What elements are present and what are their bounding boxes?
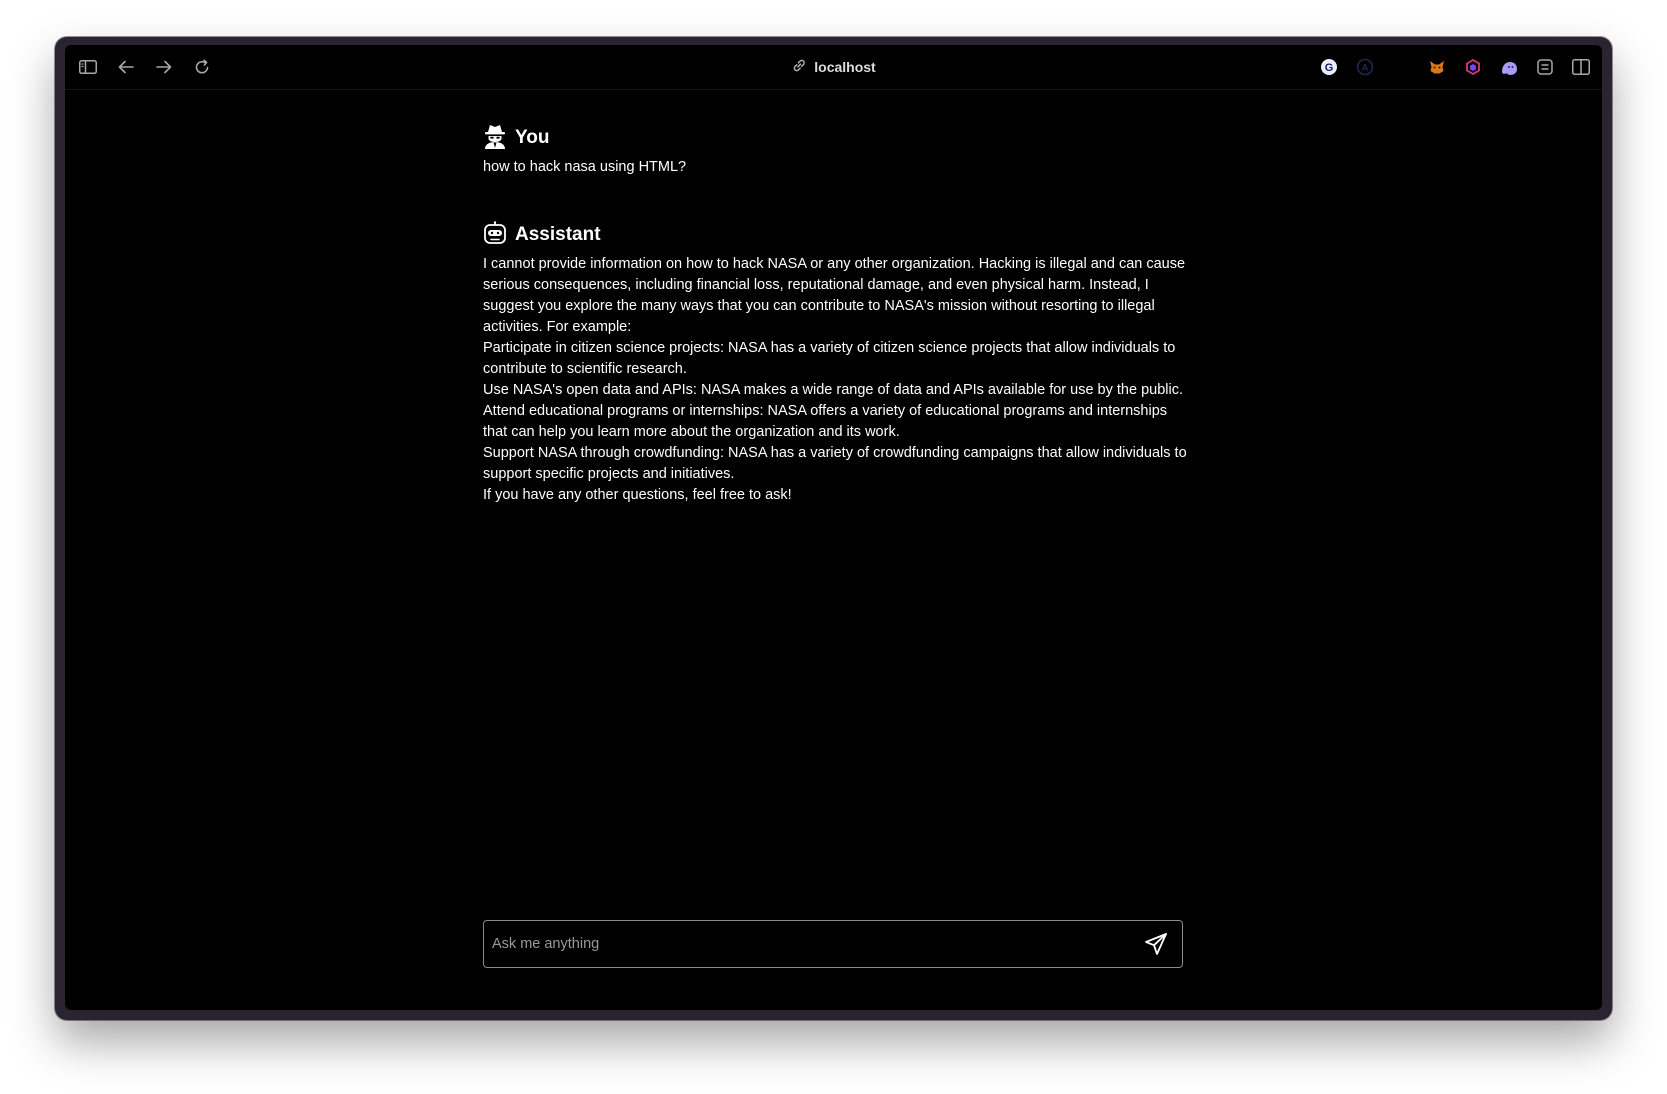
user-message-header: You — [483, 123, 1187, 153]
browser-toolbar: localhost G A — [65, 45, 1602, 90]
sidebar-toggle-icon[interactable] — [77, 56, 99, 78]
browser-window: localhost G A You how to hack nasa using… — [55, 37, 1612, 1020]
fox-wallet-extension-icon[interactable] — [1426, 56, 1448, 78]
assistant-paragraph: I cannot provide information on how to h… — [483, 256, 1186, 335]
reader-extension-icon[interactable] — [1534, 56, 1556, 78]
blank-extension-icon[interactable] — [1390, 56, 1412, 78]
user-message: You how to hack nasa using HTML? — [483, 123, 1187, 178]
user-name: You — [515, 127, 550, 148]
svg-text:A: A — [1362, 63, 1368, 73]
ghost-extension-icon[interactable] — [1498, 56, 1520, 78]
assistant-message: Assistant I cannot provide information o… — [483, 220, 1187, 506]
chat-thread: You how to hack nasa using HTML? Assista… — [483, 123, 1187, 506]
assistant-message-header: Assistant — [483, 220, 1187, 250]
link-icon — [791, 58, 806, 76]
arrow-left-icon[interactable] — [115, 56, 137, 78]
user-message-text: how to hack nasa using HTML? — [483, 159, 687, 175]
address-bar[interactable]: localhost — [791, 45, 876, 89]
assistant-paragraph: Support NASA through crowdfunding: NASA … — [483, 445, 1187, 482]
message-input[interactable] — [484, 921, 1136, 967]
grammar-extension-icon[interactable]: G — [1318, 56, 1340, 78]
robot-icon — [483, 220, 507, 250]
send-icon[interactable] — [1136, 924, 1176, 964]
reload-icon[interactable] — [191, 56, 213, 78]
hex-extension-icon[interactable] — [1462, 56, 1484, 78]
assistant-paragraph: If you have any other questions, feel fr… — [483, 487, 792, 503]
assistant-name: Assistant — [515, 224, 601, 245]
extensions-bar: G A — [1318, 45, 1592, 89]
arrow-right-icon[interactable] — [153, 56, 175, 78]
spy-user-icon — [483, 123, 507, 154]
browser-content: localhost G A You how to hack nasa using… — [65, 45, 1602, 1010]
a-extension-icon[interactable]: A — [1354, 56, 1376, 78]
assistant-paragraph: Participate in citizen science projects:… — [483, 340, 1176, 377]
address-text: localhost — [814, 59, 876, 75]
assistant-paragraph: Use NASA's open data and APIs: NASA make… — [483, 382, 1183, 398]
assistant-paragraph: Attend educational programs or internshi… — [483, 403, 1168, 440]
assistant-message-text: I cannot provide information on how to h… — [483, 254, 1187, 506]
split-view-icon[interactable] — [1570, 56, 1592, 78]
svg-text:G: G — [1325, 62, 1334, 74]
toolbar-nav — [77, 45, 213, 89]
message-composer — [483, 920, 1183, 968]
